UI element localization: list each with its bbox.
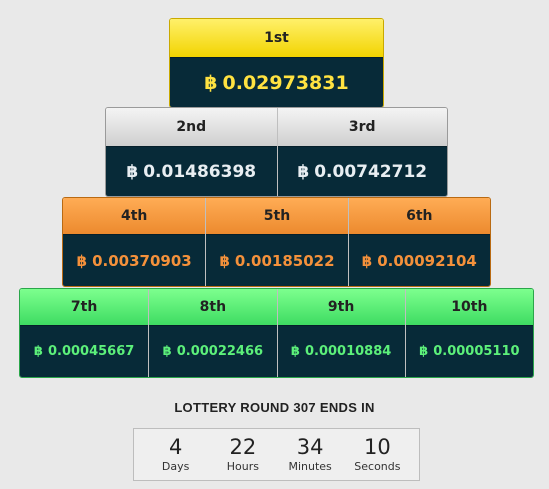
prize-amount-box: ฿ 0.00022466 bbox=[149, 325, 277, 377]
bitcoin-icon: ฿ bbox=[126, 161, 139, 182]
countdown-value: 22 bbox=[229, 435, 257, 459]
countdown-label: Hours bbox=[226, 460, 259, 473]
prize-amount-box: ฿ 0.00742712 bbox=[277, 146, 447, 196]
prize-amount-box: ฿ 0.00045667 bbox=[20, 325, 149, 377]
prize-amount: 0.01486398 bbox=[143, 161, 257, 182]
prize-rank: 1st bbox=[170, 19, 383, 57]
prize-rank: 5th bbox=[206, 198, 348, 234]
bitcoin-icon: ฿ bbox=[361, 251, 373, 270]
prize-amount: 0.00045667 bbox=[47, 344, 135, 359]
prize-cell-3rd: 3rd ฿ 0.00742712 bbox=[276, 108, 447, 196]
prize-rank: 4th bbox=[63, 198, 206, 234]
prize-cell-8th: 8th ฿ 0.00022466 bbox=[148, 289, 277, 377]
lottery-prize-page: 1st ฿ 0.02973831 2nd ฿ 0.01486398 3rd ฿ … bbox=[0, 0, 549, 489]
prize-cell-6th: 6th ฿ 0.00092104 bbox=[347, 198, 490, 286]
prize-rank: 2nd bbox=[106, 108, 277, 146]
countdown-days: 4 Days bbox=[146, 436, 206, 473]
bitcoin-icon: ฿ bbox=[76, 251, 88, 270]
prize-cell-4th: 4th ฿ 0.00370903 bbox=[63, 198, 206, 286]
prize-amount: 0.00092104 bbox=[377, 251, 477, 270]
prize-amount-box: ฿ 0.00185022 bbox=[206, 234, 348, 286]
bitcoin-icon: ฿ bbox=[419, 344, 429, 359]
prize-amount-box: ฿ 0.02973831 bbox=[170, 57, 383, 107]
lottery-round-title: LOTTERY ROUND 307 ENDS IN bbox=[174, 400, 375, 415]
prize-rank: 8th bbox=[149, 289, 277, 325]
countdown-minutes: 34 Minutes bbox=[280, 436, 340, 473]
prize-rank: 6th bbox=[348, 198, 490, 234]
prize-amount: 0.00742712 bbox=[314, 161, 428, 182]
bitcoin-icon: ฿ bbox=[219, 251, 230, 270]
prize-amount-box: ฿ 0.01486398 bbox=[106, 146, 277, 196]
prize-amount-box: ฿ 0.00092104 bbox=[348, 234, 490, 286]
prize-amount: 0.00370903 bbox=[92, 251, 192, 270]
prize-amount-box: ฿ 0.00010884 bbox=[277, 325, 405, 377]
bitcoin-icon: ฿ bbox=[290, 344, 300, 359]
prize-cell-5th: 5th ฿ 0.00185022 bbox=[205, 198, 348, 286]
prize-amount: 0.00005110 bbox=[433, 344, 520, 359]
prize-amount-box: ฿ 0.00370903 bbox=[63, 234, 206, 286]
countdown-value: 4 bbox=[168, 435, 183, 459]
prize-cell-1st: 1st ฿ 0.02973831 bbox=[170, 19, 383, 107]
prize-amount-box: ฿ 0.00005110 bbox=[405, 325, 533, 377]
prize-amount: 0.00022466 bbox=[176, 344, 264, 359]
countdown-seconds: 10 Seconds bbox=[347, 436, 407, 473]
prize-amount: 0.00010884 bbox=[304, 344, 392, 359]
prize-rank: 10th bbox=[405, 289, 533, 325]
prize-tier-4: 7th ฿ 0.00045667 8th ฿ 0.00022466 9th ฿ … bbox=[19, 288, 534, 378]
bitcoin-icon: ฿ bbox=[297, 161, 310, 182]
prize-rank: 7th bbox=[20, 289, 149, 325]
countdown-label: Days bbox=[161, 460, 190, 473]
prize-tier-1: 1st ฿ 0.02973831 bbox=[169, 18, 384, 108]
bitcoin-icon: ฿ bbox=[204, 71, 218, 94]
prize-amount: 0.00185022 bbox=[234, 251, 335, 270]
prize-tier-3: 4th ฿ 0.00370903 5th ฿ 0.00185022 6th ฿ … bbox=[62, 197, 491, 287]
prize-cell-2nd: 2nd ฿ 0.01486398 bbox=[106, 108, 277, 196]
countdown-timer: 4 Days 22 Hours 34 Minutes 10 Seconds bbox=[133, 428, 420, 481]
prize-tier-2: 2nd ฿ 0.01486398 3rd ฿ 0.00742712 bbox=[105, 107, 448, 197]
prize-rank: 3rd bbox=[277, 108, 447, 146]
countdown-hours: 22 Hours bbox=[213, 436, 273, 473]
countdown-value: 34 bbox=[296, 435, 324, 459]
countdown-label: Seconds bbox=[354, 460, 401, 473]
countdown-value: 10 bbox=[364, 435, 391, 459]
countdown-label: Minutes bbox=[288, 460, 332, 473]
prize-cell-9th: 9th ฿ 0.00010884 bbox=[276, 289, 405, 377]
prize-cell-10th: 10th ฿ 0.00005110 bbox=[404, 289, 533, 377]
bitcoin-icon: ฿ bbox=[162, 344, 172, 359]
bitcoin-icon: ฿ bbox=[33, 344, 43, 359]
prize-rank: 9th bbox=[277, 289, 405, 325]
prize-cell-7th: 7th ฿ 0.00045667 bbox=[20, 289, 149, 377]
prize-amount: 0.02973831 bbox=[222, 71, 349, 94]
